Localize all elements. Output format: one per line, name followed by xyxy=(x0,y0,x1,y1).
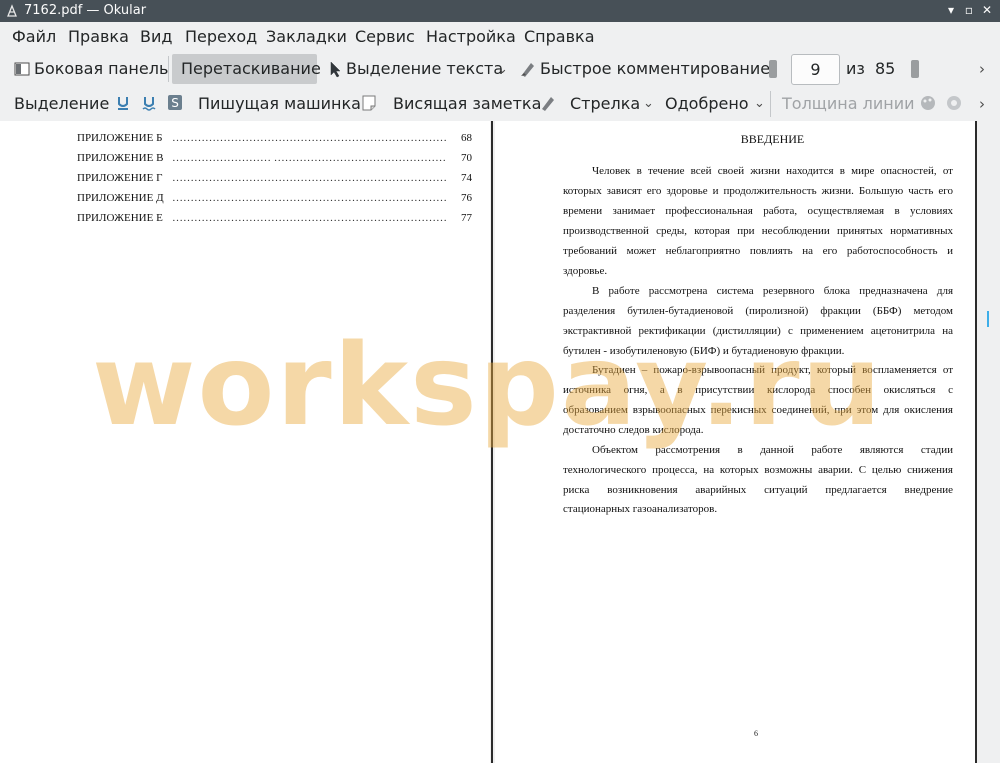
sidebar-button-label: Боковая панель xyxy=(34,59,169,78)
toc-page: 76 xyxy=(461,192,472,204)
drag-mode-label: Перетаскивание xyxy=(181,59,321,78)
page-of-label: из xyxy=(846,59,865,78)
toc-dots: …………………………………………………………………….. xyxy=(172,212,447,224)
arrow-tool-button[interactable]: Стрелка xyxy=(570,92,640,116)
okular-app-icon xyxy=(7,4,17,17)
text-line: которых зависят его здоровье и продолжит… xyxy=(563,185,953,197)
main-toolbar: Боковая панель Перетаскивание Выделение … xyxy=(0,52,1000,86)
toolbar-overflow-icon[interactable]: › xyxy=(979,60,985,78)
highlighter-icon xyxy=(521,63,534,77)
pinned-note-button[interactable]: Висящая заметка xyxy=(393,92,541,116)
previous-page-icon[interactable] xyxy=(769,60,777,78)
document-view[interactable]: ПРИЛОЖЕНИЕ Б …………………………………………………………………….… xyxy=(0,121,1000,763)
page-number-input[interactable]: 9 xyxy=(791,54,840,85)
window-title: 7162.pdf — Okular xyxy=(24,3,147,18)
menu-bar: Файл Правка Вид Переход Закладки Сервис … xyxy=(0,22,1000,52)
menu-view[interactable]: Вид xyxy=(140,27,172,47)
arrow-pen-icon[interactable] xyxy=(539,94,557,112)
menu-settings[interactable]: Настройка xyxy=(426,27,516,47)
text-line: В работе рассмотрена система резервного … xyxy=(592,285,953,297)
toc-dots: …………………………………………………………………….. xyxy=(172,172,447,184)
cursor-arrow-icon xyxy=(330,61,341,78)
close-icon[interactable]: ✕ xyxy=(980,3,994,17)
watermark: workspay.ru xyxy=(92,321,884,451)
toolbar-separator xyxy=(770,91,771,117)
minimize-icon[interactable]: ▾ xyxy=(944,3,958,17)
text-line: технологического процесса, на которых во… xyxy=(563,464,953,476)
annotation-toolbar: Выделение S Пишущая машинка Висящая заме… xyxy=(0,87,1000,121)
squiggle-underline-icon[interactable] xyxy=(142,95,156,111)
toc-label: ПРИЛОЖЕНИЕ Б xyxy=(77,132,163,144)
text-line: риска возникновения аварийных ситуаций п… xyxy=(563,484,953,496)
toc-page: 77 xyxy=(461,212,472,224)
text-line: разделения бутилен-бутадиеновой (пиролиз… xyxy=(563,305,953,317)
page-right-edge xyxy=(975,121,977,763)
text-select-label: Выделение текста xyxy=(346,59,504,78)
menu-edit[interactable]: Правка xyxy=(68,27,129,47)
page-total: 85 xyxy=(875,59,896,78)
typewriter-button[interactable]: Пишущая машинка xyxy=(198,92,361,116)
svg-text:S: S xyxy=(171,96,179,110)
text-line: производственной среды, которая при несо… xyxy=(563,225,953,237)
toolbar-separator xyxy=(168,56,169,82)
menu-bookmarks[interactable]: Закладки xyxy=(266,27,347,47)
scroll-position-marker[interactable] xyxy=(987,311,989,327)
toc-dots: …………………………………………………………………….. xyxy=(172,132,447,144)
pinned-note-icon[interactable] xyxy=(362,95,376,111)
text-line: здоровье. xyxy=(563,265,608,277)
page-number: 6 xyxy=(754,729,758,738)
chevron-down-icon[interactable]: ⌄ xyxy=(497,62,508,77)
scrollbar[interactable] xyxy=(980,121,1000,763)
text-line: требований может неблагоприятно повлиять… xyxy=(563,245,953,257)
text-line: стационарных газоанализаторов. xyxy=(563,503,718,515)
toc-dots: …………………………………………………………………….. xyxy=(172,192,447,204)
toc-label: ПРИЛОЖЕНИЕ Д xyxy=(77,192,164,204)
toc-page: 74 xyxy=(461,172,472,184)
color-palette-icon[interactable] xyxy=(919,95,937,111)
window-titlebar: 7162.pdf — Okular ▾ ▫ ✕ xyxy=(0,0,1000,22)
toc-label: ПРИЛОЖЕНИЕ Е xyxy=(77,212,163,224)
underline-icon[interactable] xyxy=(116,95,130,111)
text-line: времени занимает профессиональная работа… xyxy=(563,205,953,217)
chevron-down-icon[interactable]: ⌄ xyxy=(643,96,654,111)
menu-tools[interactable]: Сервис xyxy=(355,27,415,47)
text-line: Человек в течение всей своей жизни наход… xyxy=(592,165,953,177)
section-heading: ВВЕДЕНИЕ xyxy=(740,132,805,146)
maximize-icon[interactable]: ▫ xyxy=(962,3,976,17)
select-tool-button[interactable]: Выделение xyxy=(14,92,109,116)
quick-comment-label: Быстрое комментирование xyxy=(540,59,771,78)
sidebar-icon xyxy=(14,62,30,76)
chevron-down-icon[interactable]: ⌄ xyxy=(754,96,765,111)
toc-page: 68 xyxy=(461,132,472,144)
menu-help[interactable]: Справка xyxy=(524,27,595,47)
menu-go[interactable]: Переход xyxy=(185,27,257,47)
toc-dots: ……………………… ………………………………………….. xyxy=(172,152,447,164)
drag-mode-button[interactable]: Перетаскивание xyxy=(172,54,321,84)
line-width-button[interactable]: Толщина линии xyxy=(782,92,915,116)
opacity-icon[interactable] xyxy=(946,95,962,111)
strikethrough-icon[interactable]: S xyxy=(167,94,183,111)
next-page-icon[interactable] xyxy=(911,60,919,78)
toc-label: ПРИЛОЖЕНИЕ В xyxy=(77,152,164,164)
toc-label: ПРИЛОЖЕНИЕ Г xyxy=(77,172,163,184)
toc-page: 70 xyxy=(461,152,472,164)
menu-file[interactable]: Файл xyxy=(12,27,56,47)
stamp-approved-button[interactable]: Одобрено xyxy=(665,92,749,116)
toolbar-overflow-icon[interactable]: › xyxy=(979,95,985,113)
